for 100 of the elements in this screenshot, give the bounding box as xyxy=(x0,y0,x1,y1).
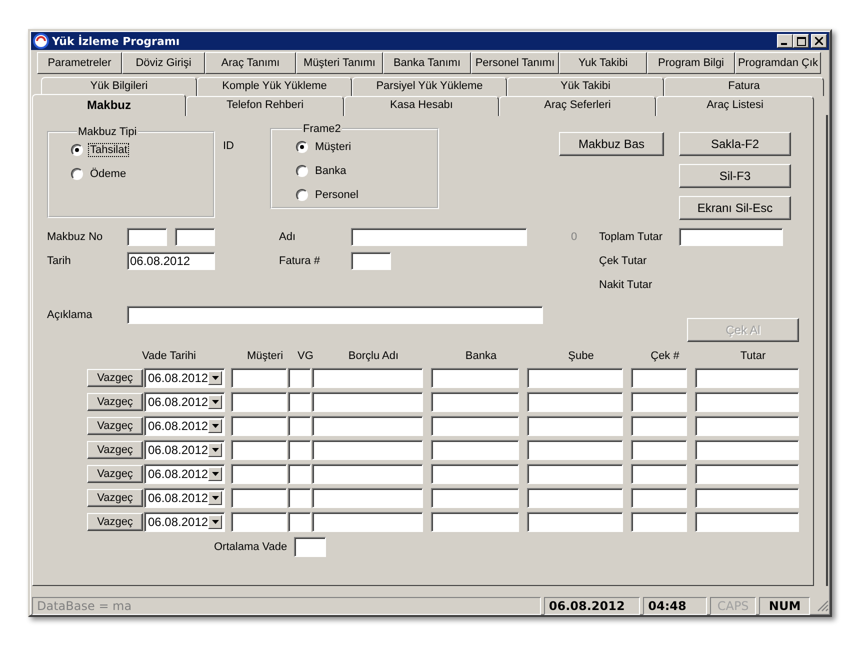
input-field[interactable] xyxy=(312,416,423,436)
cancel-button[interactable]: Vazgeç xyxy=(87,369,143,387)
input-field[interactable] xyxy=(312,368,423,388)
input-field[interactable] xyxy=(631,464,687,484)
toolbar-button[interactable]: Program Bilgi xyxy=(647,52,735,74)
dropdown-button[interactable] xyxy=(208,491,222,505)
input-field[interactable] xyxy=(312,512,423,532)
input-field[interactable] xyxy=(631,488,687,508)
input-field[interactable] xyxy=(679,228,783,246)
input-field[interactable] xyxy=(527,440,623,460)
input-field[interactable] xyxy=(527,392,623,412)
input-field[interactable] xyxy=(288,488,311,508)
date-dropdown[interactable]: 06.08.2012 xyxy=(144,416,225,436)
input-field[interactable] xyxy=(231,464,287,484)
input-field[interactable] xyxy=(312,440,423,460)
input-field[interactable] xyxy=(288,440,311,460)
toolbar-button[interactable]: Personel Tanımı xyxy=(471,52,559,74)
action-button[interactable]: Sakla-F2 xyxy=(679,132,791,156)
date-dropdown[interactable]: 06.08.2012 xyxy=(144,440,225,460)
input-field[interactable] xyxy=(231,368,287,388)
date-dropdown[interactable]: 06.08.2012 xyxy=(144,488,225,508)
tab[interactable]: Yük Bilgileri xyxy=(41,77,197,96)
input-field[interactable] xyxy=(351,252,391,270)
dropdown-button[interactable] xyxy=(208,515,222,529)
input-field[interactable] xyxy=(288,392,311,412)
input-field[interactable] xyxy=(431,488,519,508)
cancel-button[interactable]: Vazgeç xyxy=(87,513,143,531)
input-field[interactable] xyxy=(288,512,311,532)
input-field[interactable] xyxy=(695,416,799,436)
tab[interactable]: Parsiyel Yük Yükleme xyxy=(352,77,507,96)
input-field[interactable] xyxy=(231,488,287,508)
dropdown-button[interactable] xyxy=(208,467,222,481)
input-field[interactable] xyxy=(312,392,423,412)
radio-button[interactable] xyxy=(296,165,308,177)
input-field[interactable] xyxy=(431,464,519,484)
tab[interactable]: Komple Yük Yükleme xyxy=(197,77,352,96)
input-field[interactable] xyxy=(527,464,623,484)
cancel-button[interactable]: Vazgeç xyxy=(87,393,143,411)
input-field[interactable] xyxy=(695,392,799,412)
input-field[interactable] xyxy=(231,416,287,436)
print-receipt-button[interactable]: Makbuz Bas xyxy=(559,132,664,156)
input-field[interactable] xyxy=(695,488,799,508)
input-field[interactable] xyxy=(288,368,311,388)
date-dropdown[interactable]: 06.08.2012 xyxy=(144,464,225,484)
input-field[interactable] xyxy=(175,228,215,246)
input-field[interactable] xyxy=(312,488,423,508)
input-field[interactable] xyxy=(288,416,311,436)
date-dropdown[interactable]: 06.08.2012 xyxy=(144,512,225,532)
cancel-button[interactable]: Vazgeç xyxy=(87,441,143,459)
input-field[interactable] xyxy=(695,368,799,388)
input-field[interactable] xyxy=(431,512,519,532)
action-button[interactable]: Ekranı Sil-Esc xyxy=(679,196,791,220)
tab[interactable]: Araç Listesi xyxy=(656,96,814,116)
date-field[interactable]: 06.08.2012 xyxy=(127,252,215,270)
input-field[interactable] xyxy=(231,512,287,532)
input-field[interactable] xyxy=(431,440,519,460)
input-field[interactable] xyxy=(431,368,519,388)
input-field[interactable] xyxy=(527,512,623,532)
tab[interactable]: Fatura xyxy=(664,77,824,96)
input-field[interactable] xyxy=(127,228,167,246)
input-field[interactable] xyxy=(431,416,519,436)
tab[interactable]: Yük Takibi xyxy=(507,77,664,96)
toolbar-button[interactable]: Parametreler xyxy=(37,52,122,74)
cancel-button[interactable]: Vazgeç xyxy=(87,489,143,507)
toolbar-button[interactable]: Döviz Girişi xyxy=(122,52,205,74)
input-field[interactable] xyxy=(527,368,623,388)
input-field[interactable] xyxy=(312,464,423,484)
radio-button[interactable] xyxy=(296,189,308,201)
input-field[interactable] xyxy=(695,512,799,532)
input-field[interactable] xyxy=(695,464,799,484)
tab[interactable]: Kasa Hesabı xyxy=(344,96,499,116)
input-field[interactable] xyxy=(527,416,623,436)
input-field[interactable] xyxy=(695,440,799,460)
input-field[interactable] xyxy=(127,306,543,324)
radio-button[interactable] xyxy=(296,141,308,153)
toolbar-button[interactable]: Programdan Çık xyxy=(735,52,821,74)
input-field[interactable] xyxy=(288,464,311,484)
minimize-button[interactable] xyxy=(777,34,793,48)
input-field[interactable] xyxy=(431,392,519,412)
toolbar-button[interactable]: Yuk Takibi xyxy=(559,52,647,74)
input-field[interactable] xyxy=(631,392,687,412)
tab[interactable]: Makbuz xyxy=(32,94,186,116)
dropdown-button[interactable] xyxy=(208,419,222,433)
dropdown-button[interactable] xyxy=(208,395,222,409)
dropdown-button[interactable] xyxy=(208,443,222,457)
input-field[interactable] xyxy=(294,537,326,557)
cancel-button[interactable]: Vazgeç xyxy=(87,465,143,483)
maximize-button[interactable] xyxy=(793,34,809,48)
cancel-button[interactable]: Vazgeç xyxy=(87,417,143,435)
action-button[interactable]: Sil-F3 xyxy=(679,164,791,188)
tab[interactable]: Telefon Rehberi xyxy=(186,96,344,116)
input-field[interactable] xyxy=(631,416,687,436)
input-field[interactable] xyxy=(231,392,287,412)
dropdown-button[interactable] xyxy=(208,371,222,385)
close-button[interactable] xyxy=(811,34,827,48)
radio-button[interactable] xyxy=(71,144,83,156)
toolbar-button[interactable]: Müşteri Tanımı xyxy=(296,52,383,74)
input-field[interactable] xyxy=(631,512,687,532)
date-dropdown[interactable]: 06.08.2012 xyxy=(144,392,225,412)
input-field[interactable] xyxy=(231,440,287,460)
